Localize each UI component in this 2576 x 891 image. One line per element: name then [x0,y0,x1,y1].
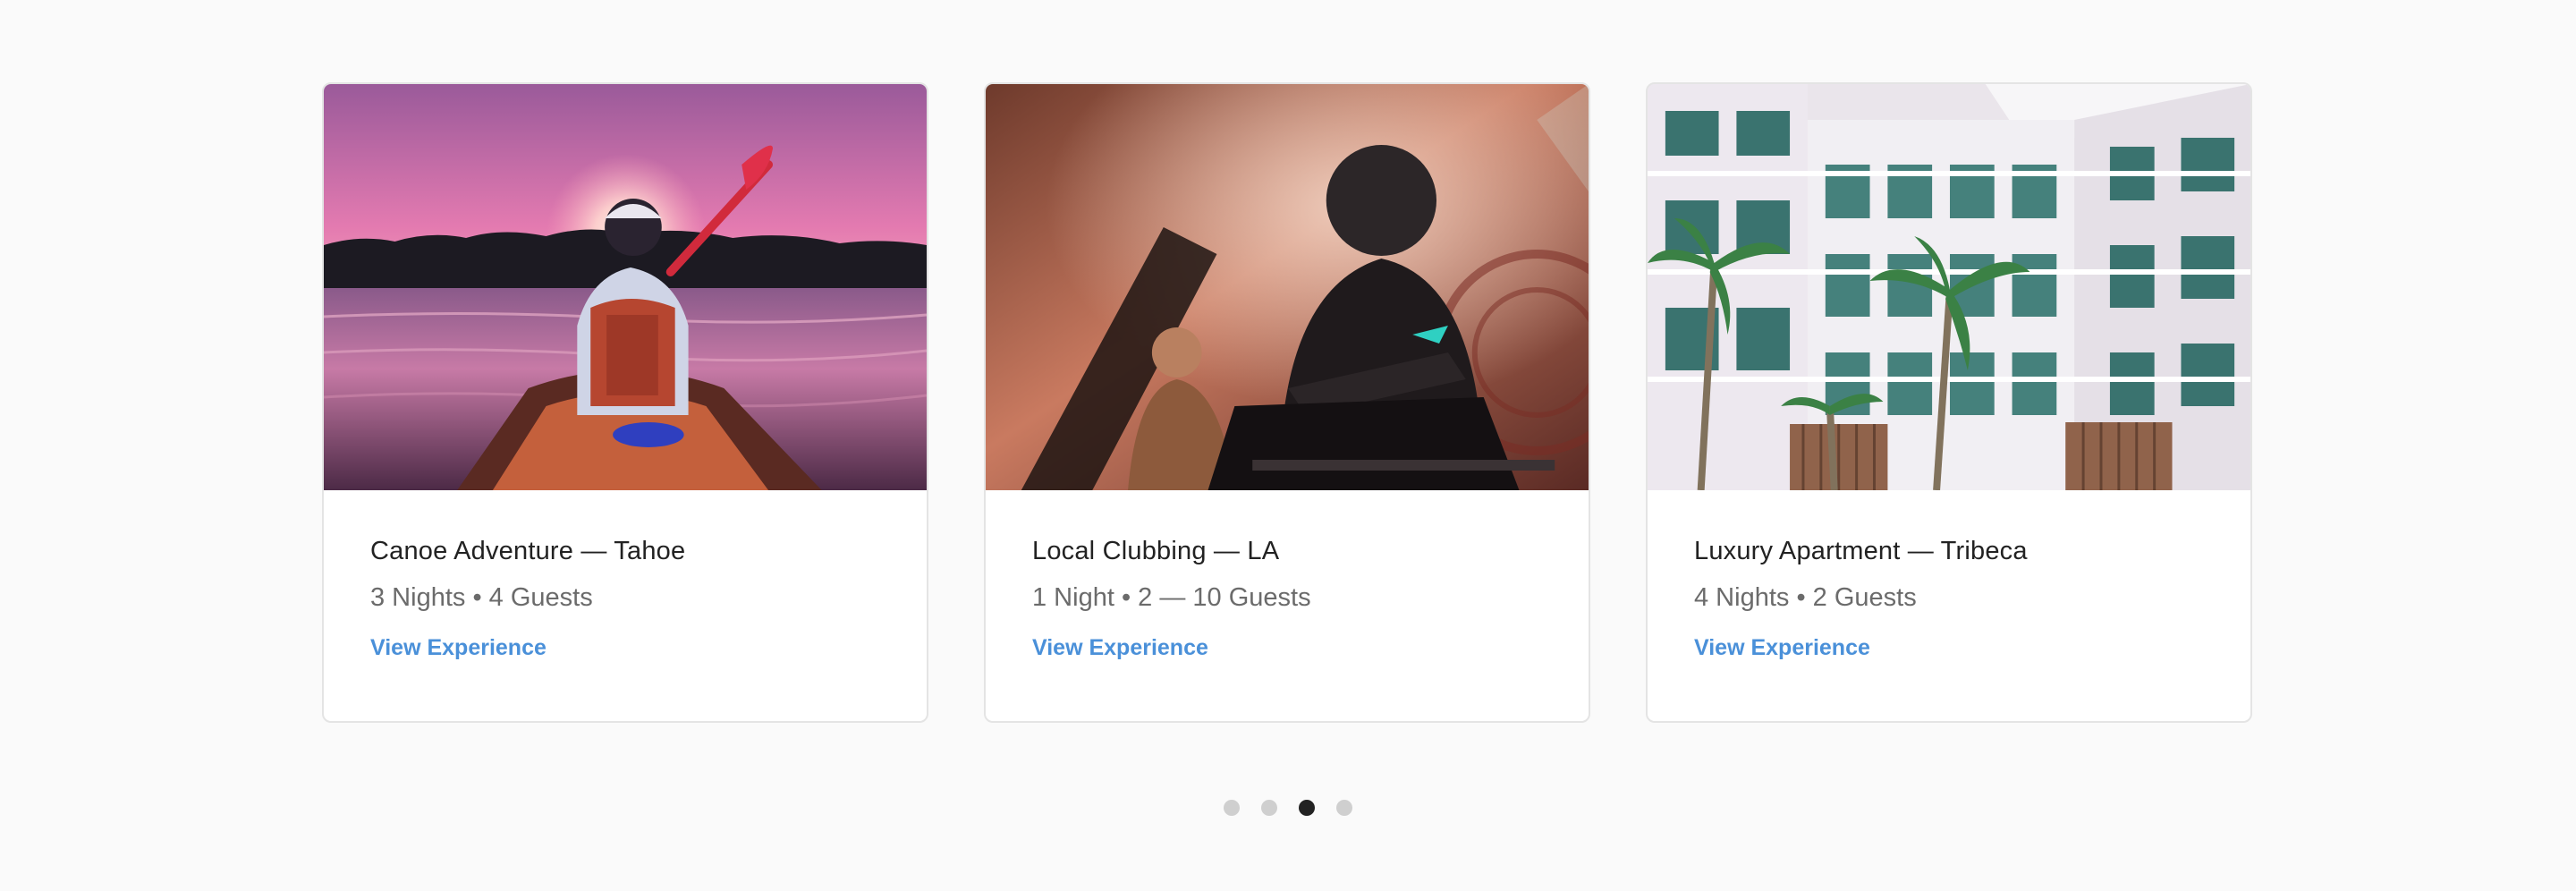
card-title: Canoe Adventure — Tahoe [370,537,686,565]
card-meta: 4 Nights • 2 Guests [1694,583,1917,612]
card-title: Luxury Apartment — Tribeca [1694,537,2028,565]
card-image-hotel-courtyard[interactable] [1648,84,2250,490]
experience-carousel: Canoe Adventure — Tahoe 3 Nights • 4 Gue… [0,0,2576,891]
pagination-dot[interactable] [1224,800,1240,816]
card-meta: 1 Night • 2 — 10 Guests [1032,583,1311,612]
experience-card-clubbing[interactable]: Local Clubbing — LA 1 Night • 2 — 10 Gue… [984,82,1590,723]
card-meta: 3 Nights • 4 Guests [370,583,593,612]
card-body: Local Clubbing — LA 1 Night • 2 — 10 Gue… [1032,490,1553,721]
view-experience-link[interactable]: View Experience [1694,635,1870,661]
experience-card-apartment[interactable]: Luxury Apartment — Tribeca 4 Nights • 2 … [1646,82,2252,723]
view-experience-link[interactable]: View Experience [370,635,547,661]
pagination-dot-active[interactable] [1299,800,1315,816]
experience-card-canoe[interactable]: Canoe Adventure — Tahoe 3 Nights • 4 Gue… [322,82,928,723]
card-image-kayak-sunset[interactable] [324,84,927,490]
pagination-dot[interactable] [1336,800,1352,816]
pagination-dot[interactable] [1261,800,1277,816]
carousel-pagination [1224,800,1352,816]
card-body: Canoe Adventure — Tahoe 3 Nights • 4 Gue… [370,490,891,721]
card-title: Local Clubbing — LA [1032,537,1280,565]
card-body: Luxury Apartment — Tribeca 4 Nights • 2 … [1694,490,2215,721]
card-image-dj-stage[interactable] [986,84,1589,490]
view-experience-link[interactable]: View Experience [1032,635,1208,661]
